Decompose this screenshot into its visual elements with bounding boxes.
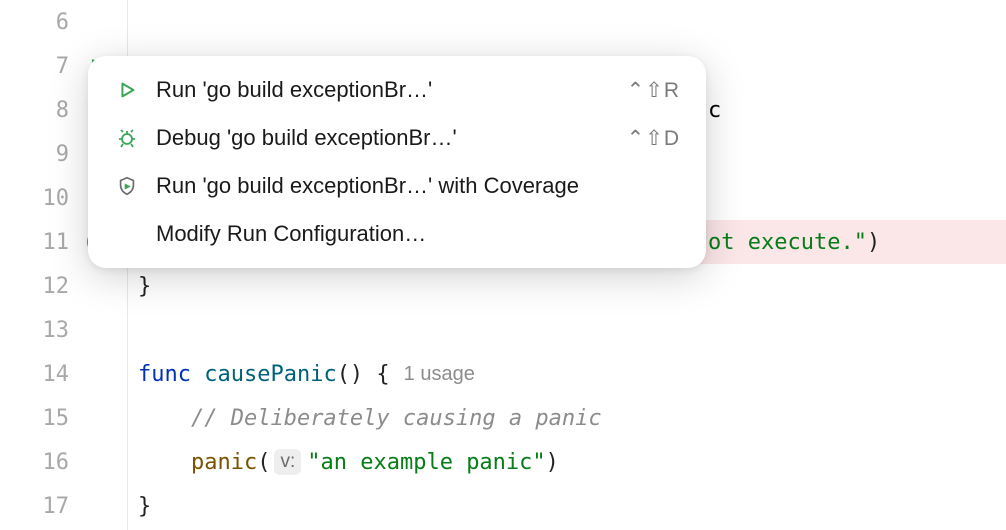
code-line: } — [128, 484, 1006, 528]
code-line: // Deliberately causing a panic — [128, 396, 1006, 440]
gutter-line: 17 — [0, 484, 127, 528]
shield-play-icon — [114, 173, 140, 199]
play-icon — [114, 77, 140, 103]
keyboard-shortcut: ⌃⇧D — [627, 126, 680, 151]
code-line: } — [128, 264, 1006, 308]
gutter-line: 6 — [0, 0, 127, 44]
builtin-call: panic — [191, 450, 257, 475]
bug-icon — [114, 125, 140, 151]
gutter-line: 13 — [0, 308, 127, 352]
gutter-line: 15 — [0, 396, 127, 440]
menu-item-run[interactable]: Run 'go build exceptionBr…' ⌃⇧R — [88, 66, 706, 114]
menu-item-debug[interactable]: Debug 'go build exceptionBr…' ⌃⇧D — [88, 114, 706, 162]
string-literal: "an example panic" — [307, 450, 545, 475]
parameter-hint: v: — [274, 449, 301, 475]
code-line — [128, 308, 1006, 352]
usages-hint[interactable]: 1 usage — [390, 363, 475, 386]
code-line: func causePanic() {1 usage — [128, 352, 1006, 396]
gutter-line: 12 — [0, 264, 127, 308]
comment: // Deliberately causing a panic — [191, 406, 602, 431]
function-name: causePanic — [204, 362, 336, 387]
code-line — [128, 0, 1006, 44]
menu-item-label: Run 'go build exceptionBr…' — [156, 77, 611, 103]
keyword-func: func — [138, 362, 191, 387]
keyboard-shortcut: ⌃⇧R — [627, 78, 680, 103]
menu-item-label: Debug 'go build exceptionBr…' — [156, 125, 611, 151]
gutter-line: 16 — [0, 440, 127, 484]
gutter-line: 14 — [0, 352, 127, 396]
menu-item-label: Run 'go build exceptionBr…' with Coverag… — [156, 173, 680, 199]
code-line: panic(v:"an example panic") — [128, 440, 1006, 484]
string-literal: ot execute." — [708, 230, 867, 255]
run-context-menu: Run 'go build exceptionBr…' ⌃⇧R Debug 'g… — [88, 56, 706, 268]
menu-item-coverage[interactable]: Run 'go build exceptionBr…' with Coverag… — [88, 162, 706, 210]
menu-item-modify-config[interactable]: Modify Run Configuration… — [88, 210, 706, 258]
menu-item-label: Modify Run Configuration… — [156, 221, 680, 247]
